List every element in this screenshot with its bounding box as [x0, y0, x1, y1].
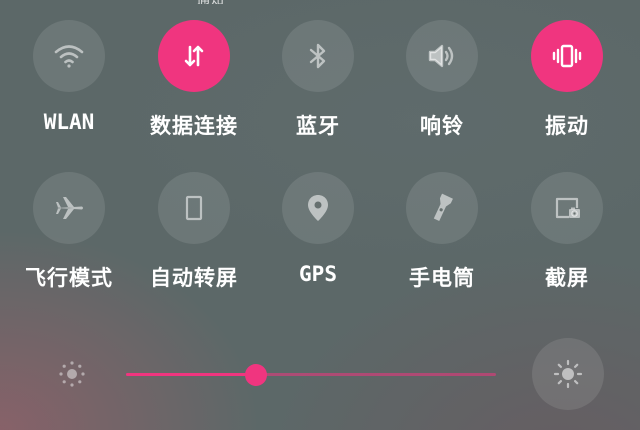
tile-vibrate[interactable]: 振动 — [505, 20, 629, 160]
tile-label: 飞行模式 — [25, 266, 113, 290]
tile-label: WLAN — [43, 110, 95, 134]
tile-wlan[interactable]: WLAN — [7, 20, 131, 160]
ring-toggle[interactable] — [406, 20, 478, 92]
flashlight-toggle[interactable] — [406, 172, 478, 244]
vibrate-icon — [552, 44, 582, 68]
brightness-low-icon — [52, 354, 92, 394]
tile-airplane-mode[interactable]: 飞行模式 — [7, 172, 131, 312]
bluetooth-icon — [309, 43, 326, 69]
location-pin-icon — [308, 195, 328, 221]
auto-rotate-toggle[interactable] — [158, 172, 230, 244]
tile-label: 振动 — [545, 114, 589, 138]
brightness-row — [0, 330, 640, 414]
brightness-slider[interactable] — [126, 364, 496, 386]
tile-data-connection[interactable]: 数据连接 — [132, 20, 256, 160]
tile-label: 自动转屏 — [150, 266, 238, 290]
airplane-icon — [56, 197, 83, 219]
screenshot-button[interactable] — [531, 172, 603, 244]
tile-auto-rotate[interactable]: 自动转屏 — [132, 172, 256, 312]
screen-rotate-icon — [185, 195, 203, 221]
data-transfer-icon — [184, 45, 204, 67]
tile-label: 数据连接 — [150, 114, 238, 138]
vibrate-toggle[interactable] — [531, 20, 603, 92]
screenshot-icon — [555, 197, 580, 219]
tile-label: GPS — [299, 262, 337, 286]
auto-brightness-button[interactable] — [532, 338, 604, 410]
wlan-toggle[interactable] — [33, 20, 105, 92]
airplane-mode-toggle[interactable] — [33, 172, 105, 244]
tile-screenshot[interactable]: 截屏 — [505, 172, 629, 312]
bluetooth-toggle[interactable] — [282, 20, 354, 92]
sun-icon — [553, 359, 583, 389]
wifi-icon — [54, 45, 84, 68]
tile-label: 手电筒 — [409, 266, 475, 290]
tile-label: 响铃 — [420, 114, 464, 138]
speaker-icon — [428, 44, 454, 68]
tile-ring[interactable]: 响铃 — [380, 20, 504, 160]
tile-label: 截屏 — [545, 266, 589, 290]
data-connection-toggle[interactable] — [158, 20, 230, 92]
tile-flashlight[interactable]: 手电筒 — [380, 172, 504, 312]
slider-fill — [126, 373, 256, 376]
gps-toggle[interactable] — [282, 172, 354, 244]
tile-gps[interactable]: GPS — [256, 172, 380, 312]
flashlight-icon — [433, 193, 453, 222]
tile-label: 蓝牙 — [296, 114, 340, 138]
slider-thumb[interactable] — [244, 364, 267, 386]
tile-bluetooth[interactable]: 蓝牙 — [256, 20, 380, 160]
quick-settings-grid: WLAN 数据连接 蓝牙 响铃 振动 飞行模式 自动转屏 GPS 手电筒 截屏 — [0, 0, 640, 310]
